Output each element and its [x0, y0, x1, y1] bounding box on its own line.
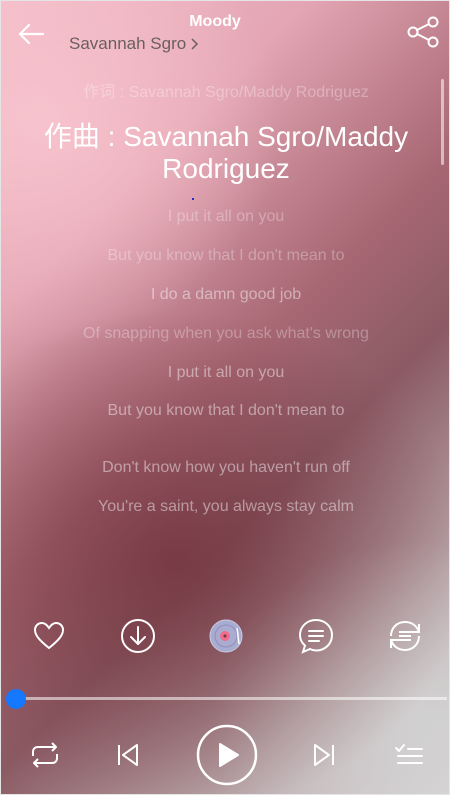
next-icon: [314, 744, 334, 766]
share-icon[interactable]: [405, 15, 441, 49]
progress-knob[interactable]: [6, 689, 26, 709]
lyric-line: I put it all on you: [167, 364, 285, 381]
disc-icon: [209, 619, 243, 653]
lyric-line: You're a saint, you always stay calm: [98, 498, 354, 515]
download-button[interactable]: [113, 611, 163, 661]
download-icon: [121, 619, 155, 653]
heart-icon: [33, 621, 65, 650]
lyricist-line: 作词 : Savannah Sgro/Maddy Rodriguez: [83, 84, 369, 101]
comment-icon: [298, 618, 334, 654]
action-bar: [1, 611, 449, 661]
repeat-list-button[interactable]: [380, 611, 430, 661]
artist-name: Savannah Sgro: [69, 34, 187, 53]
playback-controls: [1, 721, 449, 791]
lyric-line: But you know that I don't mean to: [107, 247, 345, 264]
chevron-right-icon: [191, 38, 199, 50]
lyric-line: But you know that I don't mean to: [107, 402, 345, 419]
playlist-icon: [395, 744, 423, 764]
lyric-line: I put it all on you: [167, 208, 285, 225]
repeat-list-icon: [390, 620, 420, 652]
next-button[interactable]: [311, 741, 337, 769]
previous-icon: [118, 744, 138, 766]
header: Moody Savannah Sgro: [1, 1, 449, 61]
lyric-line: Don't know how you haven't run off: [102, 459, 350, 476]
like-button[interactable]: [24, 611, 74, 661]
artist-link[interactable]: Savannah Sgro: [69, 34, 200, 54]
lyric-line: I do a damn good job: [150, 286, 302, 303]
song-title: Moody: [189, 13, 241, 30]
progress-bar[interactable]: [16, 697, 447, 700]
current-lyric-line: 作曲 : Savannah Sgro/Maddy Rodriguez: [43, 121, 409, 184]
disc-button[interactable]: [201, 611, 251, 661]
playlist-button[interactable]: [393, 741, 425, 769]
play-button[interactable]: [196, 724, 258, 786]
previous-button[interactable]: [115, 741, 141, 769]
repeat-button[interactable]: [29, 741, 61, 769]
play-icon: [196, 724, 258, 786]
player-screen: Moody Savannah Sgro 作词 : Savannah Sgro/M…: [0, 0, 450, 795]
repeat-icon: [32, 742, 58, 768]
comment-button[interactable]: [291, 611, 341, 661]
lyric-line: Of snapping when you ask what's wrong: [83, 325, 369, 342]
dot-marker: [192, 198, 194, 200]
